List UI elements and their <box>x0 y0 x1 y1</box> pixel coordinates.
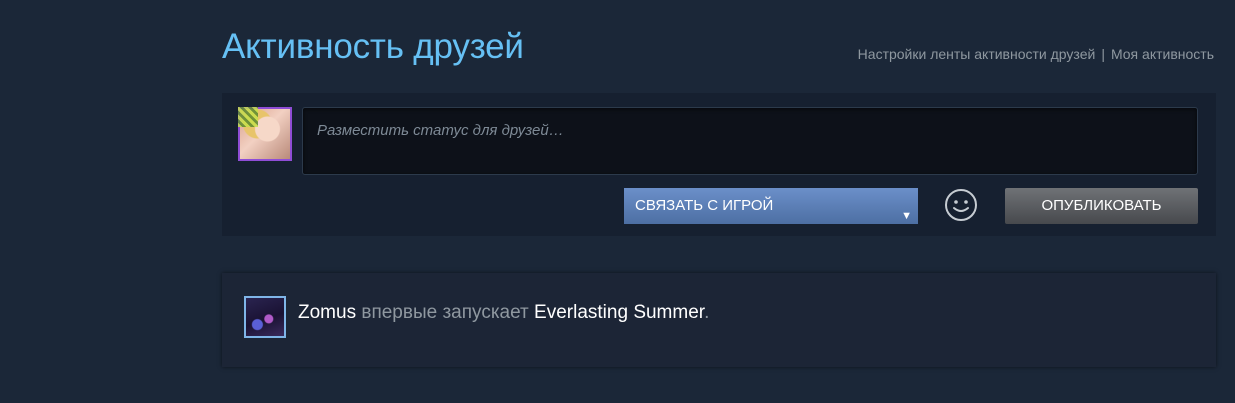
publish-button[interactable]: ОПУБЛИКОВАТЬ <box>1005 188 1198 224</box>
status-composer: Разместить статус для друзей… СВЯЗАТЬ С … <box>222 93 1216 236</box>
activity-text: Zomus впервые запускает Everlasting Summ… <box>298 302 709 324</box>
list-item: Zomus впервые запускает Everlasting Summ… <box>222 273 1216 367</box>
my-activity-link[interactable]: Моя активность <box>1111 46 1214 62</box>
avatar[interactable] <box>244 296 286 338</box>
header-links: Настройки ленты активности друзей | Моя ак… <box>858 46 1214 62</box>
smiley-icon[interactable] <box>944 188 978 222</box>
activity-verb: впервые запускает <box>361 302 529 323</box>
status-input[interactable]: Разместить статус для друзей… <box>302 107 1198 175</box>
link-separator: | <box>1101 46 1105 62</box>
friend-name-link[interactable]: Zomus <box>298 302 356 323</box>
feed-settings-link[interactable]: Настройки ленты активности друзей <box>858 46 1096 62</box>
page-title: Активность друзей <box>222 27 524 66</box>
avatar[interactable] <box>238 107 292 161</box>
chevron-down-icon: ▼ <box>901 210 912 222</box>
game-link[interactable]: Everlasting Summer <box>534 302 704 323</box>
link-game-label: СВЯЗАТЬ С ИГРОЙ <box>635 197 774 214</box>
link-game-select[interactable]: СВЯЗАТЬ С ИГРОЙ ▼ <box>624 188 918 224</box>
activity-punctuation: . <box>704 302 710 323</box>
